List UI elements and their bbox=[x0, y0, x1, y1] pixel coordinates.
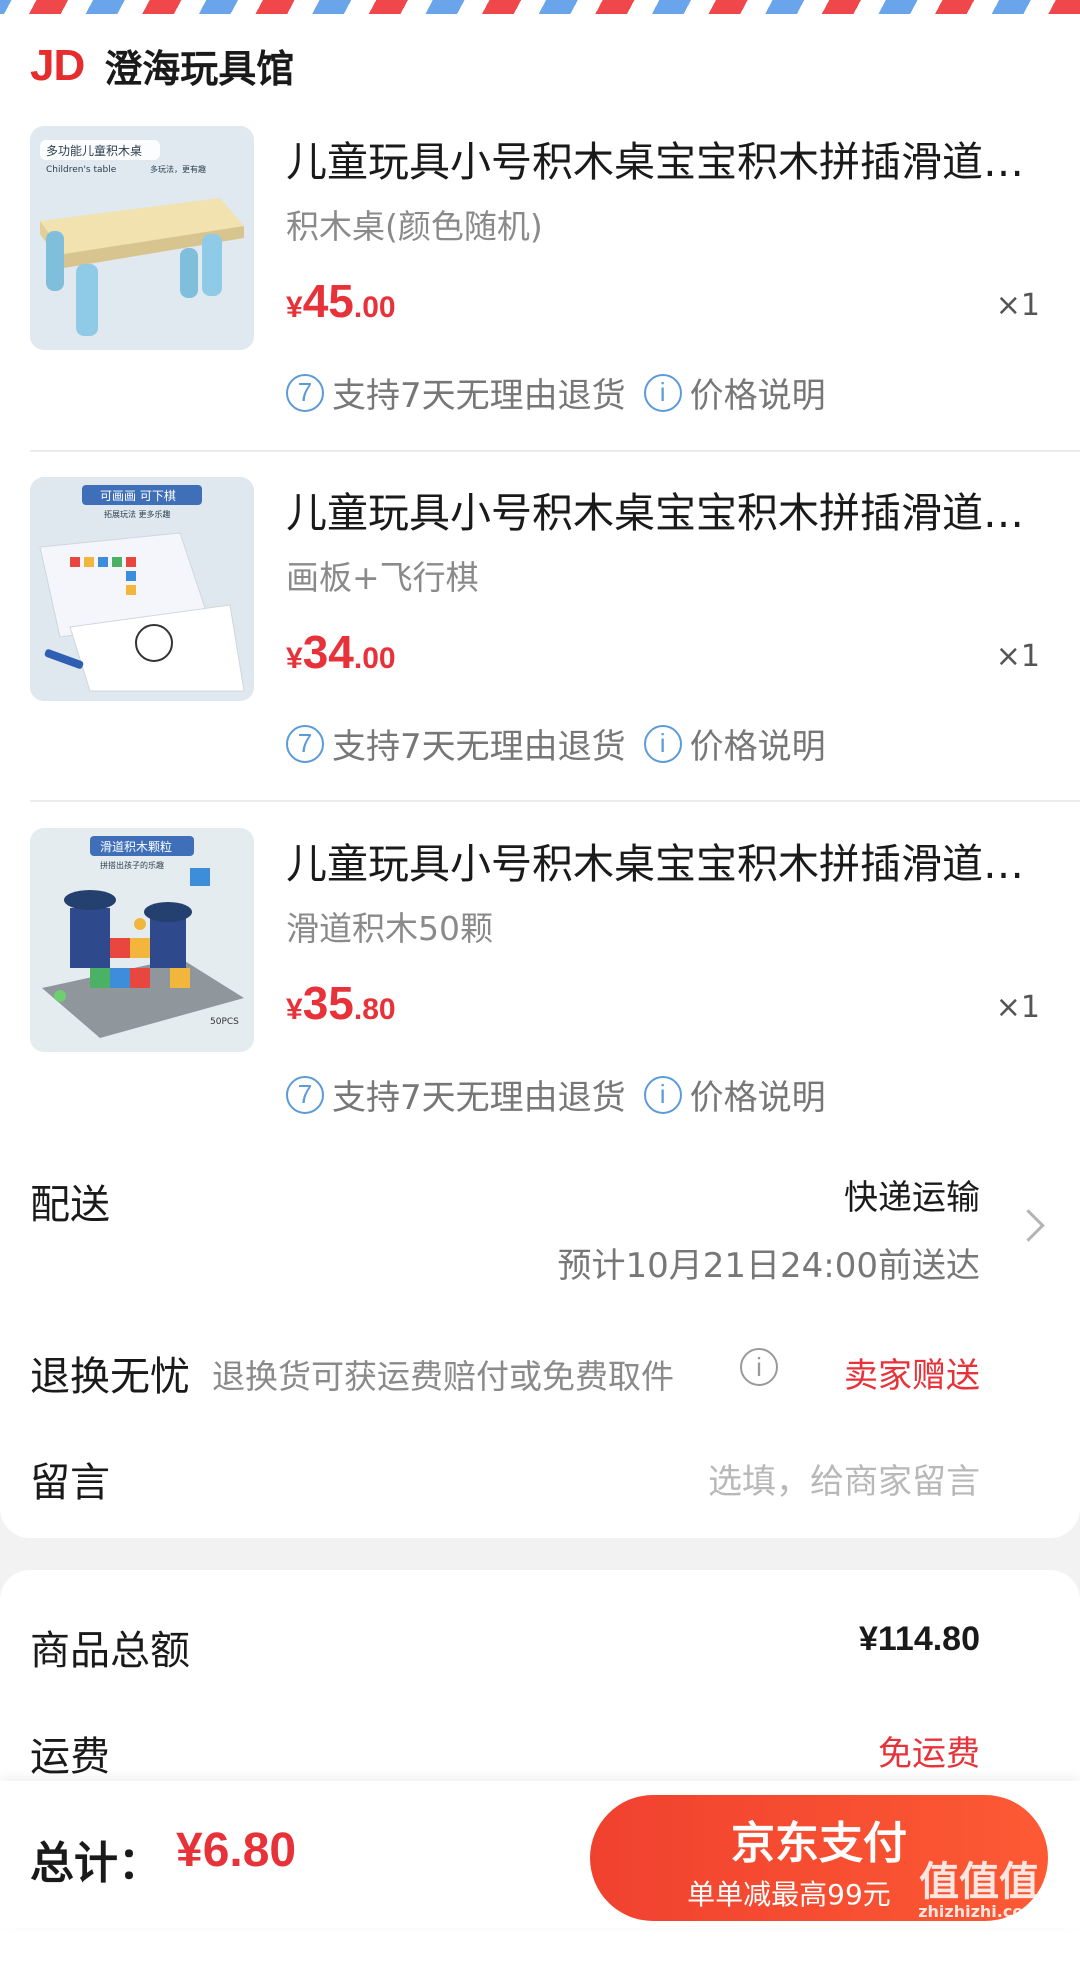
price-integer: 35 bbox=[302, 977, 354, 1029]
return-policy-label: 支持7天无理由退货 bbox=[332, 376, 626, 416]
product-title[interactable]: 儿童玩具小号积木桌宝宝积木拼插滑道拼装男孩女孩宝宝 bbox=[286, 479, 1046, 539]
service-tags: 7 支持7天无理由退货 i 价格说明 bbox=[286, 368, 844, 417]
price-info-label: 价格说明 bbox=[689, 727, 826, 767]
product-price: ¥35.80 bbox=[286, 976, 396, 1030]
product-title[interactable]: 儿童玩具小号积木桌宝宝积木拼插滑道拼装男孩女孩宝宝 bbox=[286, 128, 1046, 188]
product-price: ¥45.00 bbox=[286, 274, 396, 328]
thumb-caption: 滑道积木颗粒 bbox=[100, 839, 172, 854]
product-price: ¥34.00 bbox=[286, 625, 396, 679]
return-policy-tag[interactable]: 7 支持7天无理由退货 bbox=[286, 719, 626, 768]
jd-logo: JD bbox=[30, 40, 85, 90]
checkout-bar: 总计： ¥6.80 京东支付 单单减最高99元 值值值 zhizhizhi.co… bbox=[0, 1781, 1080, 1928]
table-product-image: 多功能儿童积木桌 Children's table 多玩法，更有趣 bbox=[30, 126, 254, 350]
thumb-caption3: 多玩法，更有趣 bbox=[150, 164, 206, 174]
seven-day-icon: 7 bbox=[286, 724, 324, 763]
info-icon: i bbox=[643, 724, 682, 763]
product-quantity: ×1 bbox=[995, 639, 1040, 674]
goods-total-label: 商品总额 bbox=[30, 1628, 190, 1674]
product-thumbnail[interactable]: 多功能儿童积木桌 Children's table 多玩法，更有趣 bbox=[30, 126, 254, 350]
return-policy-tag[interactable]: 7 支持7天无理由退货 bbox=[286, 368, 626, 417]
return-policy-tag[interactable]: 7 支持7天无理由退货 bbox=[286, 1070, 626, 1119]
watermark-url: zhizhizhi.com bbox=[918, 1902, 1040, 1921]
service-tags: 7 支持7天无理由退货 i 价格说明 bbox=[286, 1070, 844, 1119]
product-title[interactable]: 儿童玩具小号积木桌宝宝积木拼插滑道拼装男孩女孩宝宝 bbox=[286, 830, 1046, 890]
returns-description: 退换货可获运费赔付或免费取件 bbox=[212, 1357, 674, 1396]
shipping-label: 运费 bbox=[30, 1734, 110, 1780]
divider bbox=[30, 800, 1080, 802]
return-policy-label: 支持7天无理由退货 bbox=[332, 727, 626, 767]
service-tags: 7 支持7天无理由退货 i 价格说明 bbox=[286, 719, 844, 768]
thumb-caption2: Children's table bbox=[46, 165, 117, 175]
chevron-right-icon[interactable] bbox=[1012, 1209, 1045, 1242]
seller-gift-badge: 卖家赠送 bbox=[844, 1356, 980, 1396]
price-decimal: .80 bbox=[353, 993, 396, 1026]
shipping-value: 免运费 bbox=[878, 1734, 980, 1774]
order-item[interactable]: 可画画 可下棋 拓展玩法 更多乐趣 儿童玩具小号积木桌宝宝积木拼插滑道拼装男孩女… bbox=[0, 477, 1080, 827]
info-icon: i bbox=[643, 373, 682, 412]
order-item[interactable]: 多功能儿童积木桌 Children's table 多玩法，更有趣 儿童玩具小号… bbox=[0, 126, 1080, 476]
order-item[interactable]: 滑道积木颗粒 拼搭出孩子的乐趣 50PCS 儿童玩具小号积木桌宝宝积木拼插滑道拼… bbox=[0, 828, 1080, 1178]
watermark: 值值值 zhizhizhi.com bbox=[918, 1861, 1040, 1921]
shop-header[interactable]: JD 澄海玩具馆 bbox=[30, 38, 294, 93]
total-value: ¥6.80 bbox=[176, 1824, 297, 1877]
info-icon[interactable]: i bbox=[740, 1348, 778, 1386]
seven-day-icon: 7 bbox=[286, 1075, 324, 1114]
message-input[interactable]: 选填，给商家留言 bbox=[708, 1454, 980, 1503]
product-thumbnail[interactable]: 可画画 可下棋 拓展玩法 更多乐趣 bbox=[30, 477, 254, 701]
delivery-eta: 预计10月21日24:00前送达 bbox=[557, 1246, 980, 1286]
price-symbol: ¥ bbox=[286, 291, 303, 324]
price-info-label: 价格说明 bbox=[689, 376, 826, 416]
seven-day-icon: 7 bbox=[286, 373, 324, 412]
delivery-method: 快递运输 bbox=[844, 1178, 980, 1218]
jd-pay-button[interactable]: 京东支付 单单减最高99元 值值值 zhizhizhi.com bbox=[590, 1795, 1048, 1921]
thumb-caption: 多功能儿童积木桌 bbox=[46, 143, 142, 158]
price-info-tag[interactable]: i 价格说明 bbox=[643, 368, 826, 417]
airmail-border bbox=[0, 0, 1080, 14]
price-info-label: 价格说明 bbox=[689, 1078, 826, 1118]
goods-total-value: ¥114.80 bbox=[858, 1620, 980, 1658]
order-card: JD 澄海玩具馆 多功能儿童积木桌 Children's table 多玩法，更… bbox=[0, 14, 1080, 1538]
thumb-caption2: 拼搭出孩子的乐趣 bbox=[100, 860, 164, 870]
price-symbol: ¥ bbox=[286, 993, 303, 1026]
product-thumbnail[interactable]: 滑道积木颗粒 拼搭出孩子的乐趣 50PCS bbox=[30, 828, 254, 1052]
shop-name[interactable]: 澄海玩具馆 bbox=[104, 38, 294, 93]
divider bbox=[30, 450, 1080, 452]
return-policy-label: 支持7天无理由退货 bbox=[332, 1078, 626, 1118]
message-label: 留言 bbox=[30, 1460, 110, 1506]
returns-label: 退换无忧 bbox=[30, 1354, 190, 1400]
price-symbol: ¥ bbox=[286, 642, 303, 675]
price-info-tag[interactable]: i 价格说明 bbox=[643, 719, 826, 768]
product-quantity: ×1 bbox=[995, 288, 1040, 323]
watermark-logo: 值值值 bbox=[919, 1859, 1040, 1905]
product-quantity: ×1 bbox=[995, 990, 1040, 1025]
drawing-board-product-image: 可画画 可下棋 拓展玩法 更多乐趣 bbox=[30, 477, 254, 701]
price-info-tag[interactable]: i 价格说明 bbox=[643, 1070, 826, 1119]
price-integer: 34 bbox=[302, 626, 354, 678]
price-decimal: .00 bbox=[353, 642, 396, 675]
product-spec: 积木桌(颜色随机) bbox=[286, 207, 543, 246]
thumb-caption: 可画画 可下棋 bbox=[100, 489, 176, 503]
delivery-label: 配送 bbox=[30, 1182, 110, 1228]
thumb-caption3: 50PCS bbox=[210, 1017, 239, 1027]
marble-run-product-image: 滑道积木颗粒 拼搭出孩子的乐趣 50PCS bbox=[30, 828, 254, 1052]
product-spec: 滑道积木50颗 bbox=[286, 909, 493, 948]
product-spec: 画板+飞行棋 bbox=[286, 558, 479, 597]
price-integer: 45 bbox=[302, 275, 354, 327]
thumb-caption2: 拓展玩法 更多乐趣 bbox=[104, 509, 171, 519]
price-decimal: .00 bbox=[353, 291, 396, 324]
total-label: 总计： bbox=[30, 1838, 162, 1889]
info-icon: i bbox=[643, 1075, 682, 1114]
